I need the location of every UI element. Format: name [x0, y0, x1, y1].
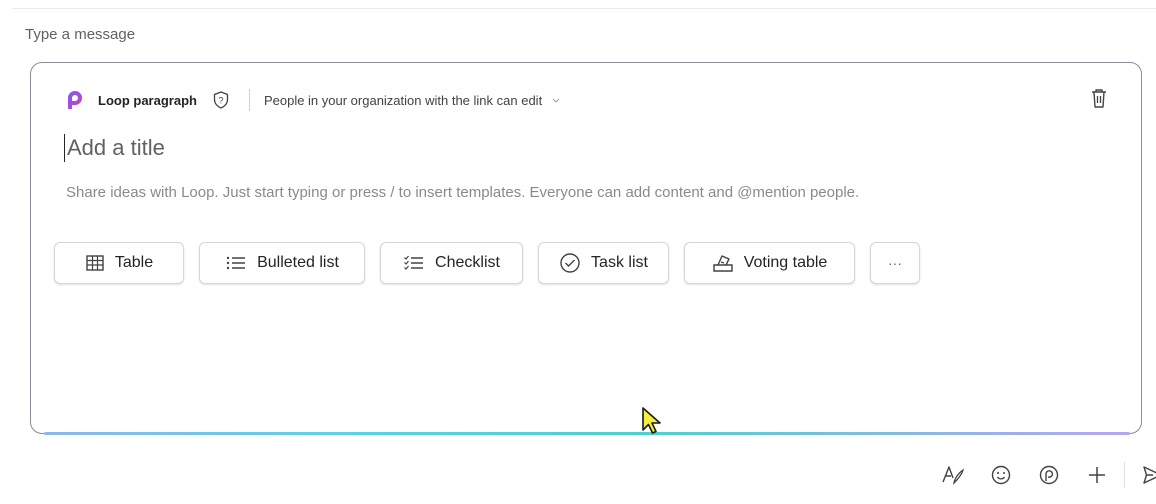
- checklist-button[interactable]: Checklist: [380, 242, 523, 284]
- top-divider: [12, 8, 1156, 9]
- format-icon: [942, 466, 965, 485]
- compose-toolbar: [936, 458, 1156, 492]
- task-list-button[interactable]: Task list: [538, 242, 669, 284]
- chip-label: Voting table: [743, 254, 828, 271]
- message-placeholder[interactable]: Type a message: [25, 26, 135, 43]
- chip-label: Bulleted list: [257, 254, 339, 271]
- loop-title: Loop paragraph: [98, 92, 197, 108]
- svg-text:?: ?: [218, 96, 223, 106]
- permission-dropdown[interactable]: People in your organization with the lin…: [264, 93, 560, 108]
- emoji-button[interactable]: [984, 458, 1018, 492]
- task-list-icon: [560, 253, 580, 273]
- table-icon: [86, 255, 104, 271]
- template-chips: Table Bulleted list Checklist Task list …: [54, 242, 935, 284]
- mouse-cursor-icon: [642, 407, 661, 434]
- loop-icon: [1039, 465, 1059, 485]
- table-button[interactable]: Table: [54, 242, 184, 284]
- loop-hint-text: Share ideas with Loop. Just start typing…: [66, 184, 860, 201]
- loop-button[interactable]: [1032, 458, 1066, 492]
- chip-label: Checklist: [435, 254, 500, 271]
- voting-table-button[interactable]: Voting table: [684, 242, 855, 284]
- voting-table-icon: [712, 255, 733, 272]
- trash-icon[interactable]: [1088, 86, 1110, 110]
- checklist-icon: [404, 255, 424, 270]
- loop-header: Loop paragraph ? People in your organiza…: [64, 86, 560, 114]
- bulleted-list-icon: [226, 256, 246, 270]
- permission-label: People in your organization with the lin…: [263, 92, 543, 108]
- header-separator: [248, 89, 250, 111]
- chip-label: Task list: [591, 254, 648, 271]
- chevron-down-icon: [552, 98, 560, 103]
- shield-help-icon[interactable]: ?: [211, 90, 231, 110]
- add-icon: [1089, 467, 1105, 483]
- emoji-icon: [991, 465, 1011, 485]
- send-button[interactable]: [1135, 458, 1156, 492]
- loop-logo-icon: [68, 91, 82, 109]
- chip-label: Table: [114, 254, 154, 271]
- bulleted-list-button[interactable]: Bulleted list: [199, 242, 365, 284]
- send-icon: [1143, 466, 1156, 484]
- add-button[interactable]: [1080, 458, 1114, 492]
- format-button[interactable]: [936, 458, 970, 492]
- title-input[interactable]: Add a title: [64, 134, 165, 162]
- more-templates-button[interactable]: ···: [870, 242, 920, 284]
- more-icon: ···: [888, 255, 902, 271]
- toolbar-separator: [1124, 462, 1125, 488]
- loop-card-accent-bar: [44, 432, 1130, 435]
